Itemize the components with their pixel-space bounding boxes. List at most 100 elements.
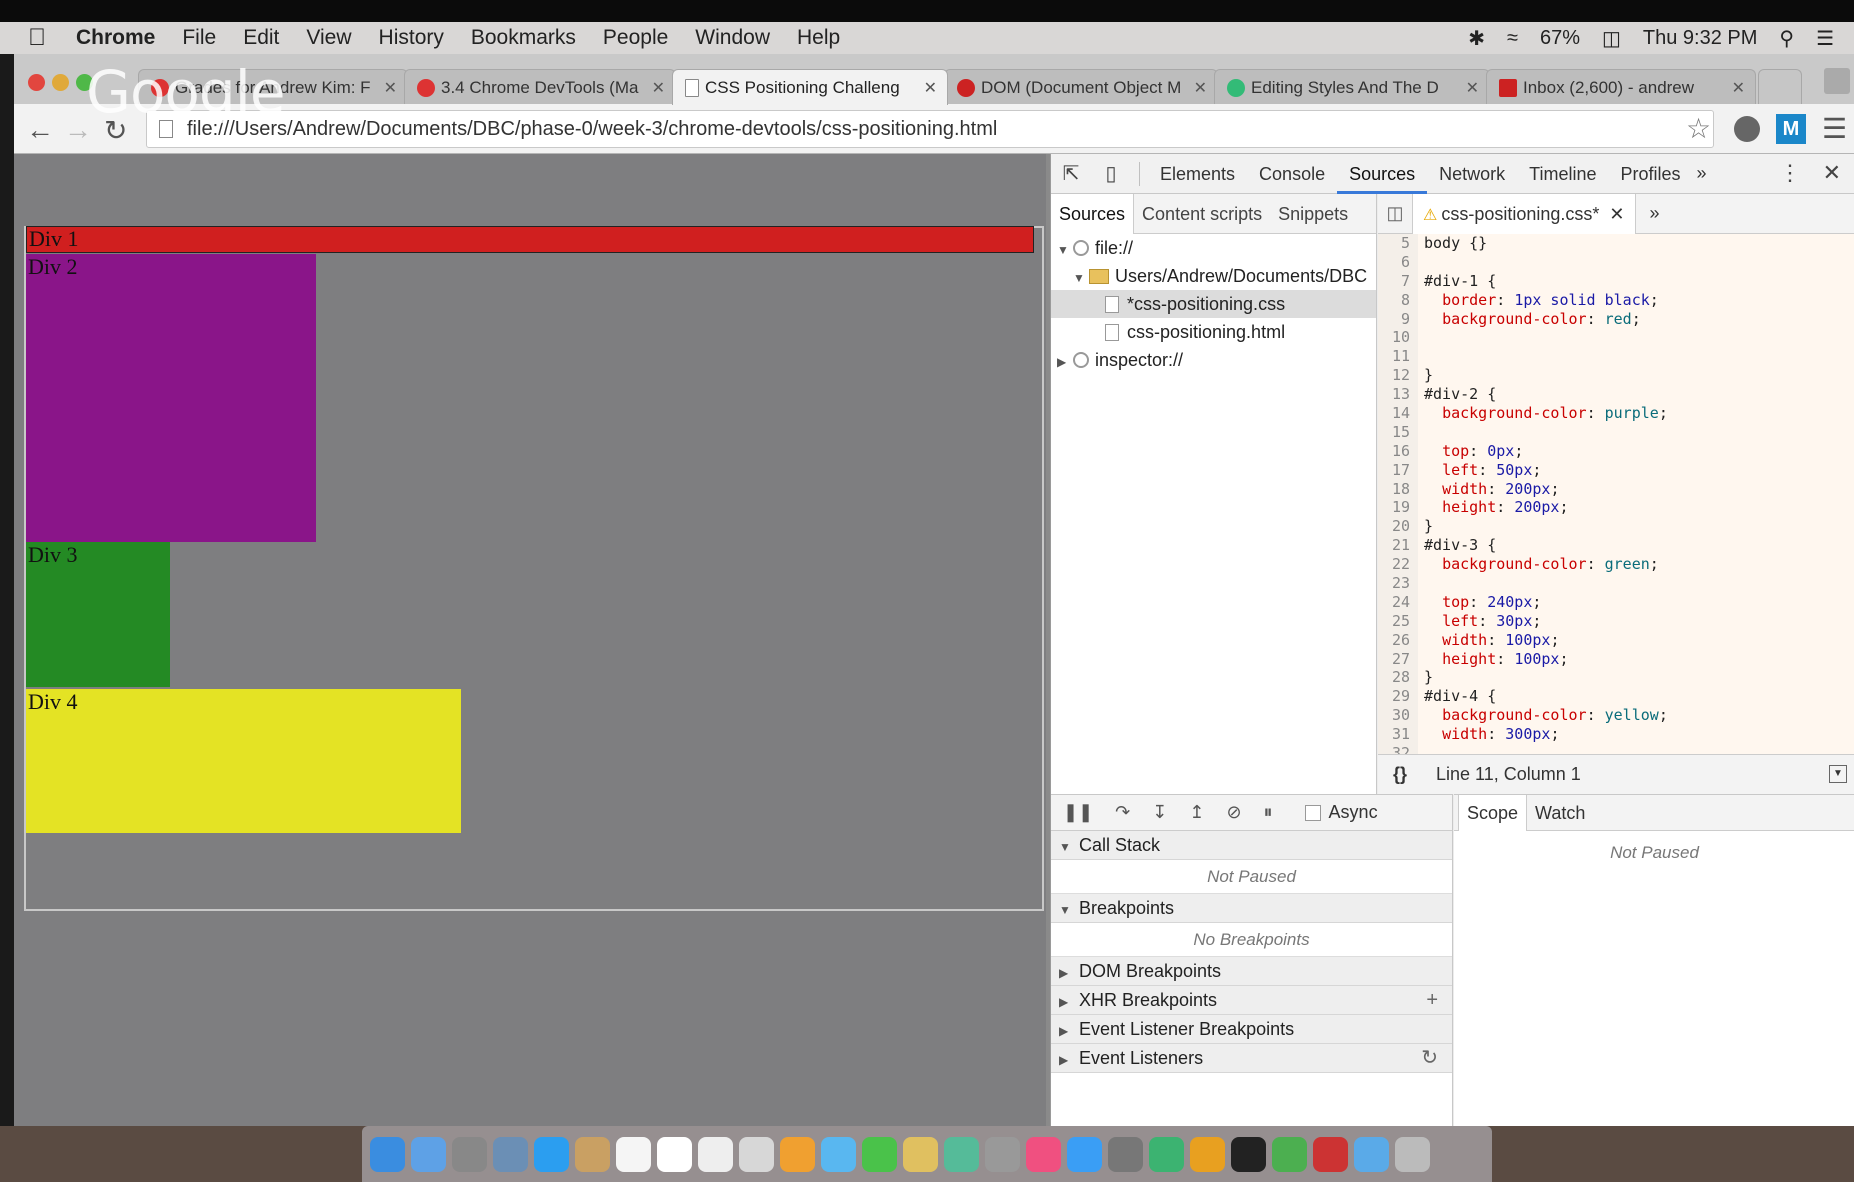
dom-breakpoints-section[interactable]: ▶ DOM Breakpoints	[1051, 957, 1452, 986]
new-tab-button[interactable]	[1758, 69, 1802, 105]
dock-app-icon[interactable]	[698, 1136, 733, 1172]
editor-file-tab[interactable]: ⚠ css-positioning.css* ✕	[1412, 193, 1636, 234]
dock-app-icon[interactable]	[1026, 1136, 1061, 1172]
async-checkbox[interactable]	[1304, 804, 1321, 821]
close-icon[interactable]: ✕	[1466, 78, 1479, 98]
code-editor[interactable]: 5 body {} 6 7 #div-1 {8 border: 1px solid bl…	[1378, 234, 1854, 754]
tab-console[interactable]: Console	[1247, 154, 1337, 194]
breakpoints-section[interactable]: ▼ Breakpoints	[1051, 894, 1452, 923]
div-4[interactable]: Div 4	[26, 689, 461, 833]
dock-app-icon[interactable]	[1190, 1136, 1225, 1172]
bluetooth-icon[interactable]: ✱	[1468, 26, 1485, 51]
close-icon[interactable]: ✕	[652, 78, 665, 98]
more-files-icon[interactable]: »	[1650, 203, 1660, 224]
battery-percent[interactable]: 67%	[1540, 27, 1580, 50]
dock-app-icon[interactable]	[534, 1136, 569, 1172]
event-listener-breakpoints-section[interactable]: ▶ Event Listener Breakpoints	[1051, 1015, 1452, 1044]
menu-file[interactable]: File	[182, 26, 216, 50]
menu-bookmarks[interactable]: Bookmarks	[471, 26, 576, 50]
pause-icon[interactable]: ❚❚	[1063, 802, 1093, 823]
dock-app-icon[interactable]	[780, 1136, 815, 1172]
tab-watch[interactable]: Watch	[1527, 795, 1593, 831]
step-over-icon[interactable]: ↷	[1115, 802, 1130, 823]
tree-item[interactable]: ▶ inspector://	[1051, 346, 1376, 374]
xhr-breakpoints-section[interactable]: ▶ XHR Breakpoints +	[1051, 986, 1452, 1015]
menu-history[interactable]: History	[379, 26, 444, 50]
close-icon[interactable]: ✕	[384, 78, 397, 98]
dock-app-icon[interactable]	[370, 1136, 405, 1172]
toggle-debugger-icon[interactable]: ▼	[1829, 765, 1847, 783]
extension-icon[interactable]	[1734, 116, 1760, 142]
bookmark-star-icon[interactable]: ☆	[1686, 112, 1711, 145]
close-icon[interactable]: ✕	[1732, 78, 1745, 98]
div-1[interactable]: Div 1	[26, 226, 1034, 253]
tree-item[interactable]: css-positioning.html	[1051, 318, 1376, 346]
close-devtools-icon[interactable]: ✕	[1823, 160, 1841, 186]
clock[interactable]: Thu 9:32 PM	[1643, 27, 1758, 50]
tab-css-positioning[interactable]: CSS Positioning Challeng ✕	[672, 69, 948, 105]
menu-edit[interactable]: Edit	[243, 26, 279, 50]
step-out-icon[interactable]: ↥	[1189, 802, 1204, 823]
tree-item[interactable]: ▼ file://	[1051, 234, 1376, 262]
tab-sources[interactable]: Sources	[1337, 154, 1428, 194]
devtools-menu-icon[interactable]: ⋮	[1779, 160, 1801, 186]
dock-app-icon[interactable]	[1149, 1136, 1184, 1172]
menu-help[interactable]: Help	[797, 26, 840, 50]
close-icon[interactable]: ✕	[1609, 204, 1624, 224]
tab-chrome-devtools[interactable]: 3.4 Chrome DevTools (Ma ✕	[404, 69, 676, 105]
close-icon[interactable]: ✕	[1194, 78, 1207, 98]
dock-app-icon[interactable]	[452, 1136, 487, 1172]
wifi-icon[interactable]: ≈	[1507, 27, 1518, 50]
close-icon[interactable]: ✕	[924, 78, 937, 98]
dock-app-icon[interactable]	[1108, 1136, 1143, 1172]
refresh-icon[interactable]: ↻	[1421, 1044, 1438, 1073]
dock-app-icon[interactable]	[1354, 1136, 1389, 1172]
dock-app-icon[interactable]	[1067, 1136, 1102, 1172]
dock-app-icon[interactable]	[1395, 1136, 1430, 1172]
close-window-button[interactable]	[28, 74, 45, 91]
tree-item[interactable]: ▼ Users/Andrew/Documents/DBC	[1051, 262, 1376, 290]
extension-m-icon[interactable]: M	[1776, 114, 1806, 144]
div-3[interactable]: Div 3	[26, 542, 170, 687]
dock-app-icon[interactable]	[616, 1136, 651, 1172]
menu-view[interactable]: View	[306, 26, 351, 50]
async-toggle[interactable]: Async	[1304, 802, 1378, 823]
battery-icon[interactable]: ◫	[1602, 26, 1621, 51]
deactivate-breakpoints-icon[interactable]: ⊘	[1226, 802, 1241, 823]
tab-timeline[interactable]: Timeline	[1517, 154, 1608, 194]
dock-app-icon[interactable]	[493, 1136, 528, 1172]
toggle-navigator-icon[interactable]: ◫	[1378, 203, 1412, 224]
minimize-window-button[interactable]	[52, 74, 69, 91]
apple-icon[interactable]: 	[28, 24, 46, 52]
notification-center-icon[interactable]: ☰	[1816, 26, 1834, 51]
dock-app-icon[interactable]	[411, 1136, 446, 1172]
dock-app-icon[interactable]	[739, 1136, 774, 1172]
div-2[interactable]: Div 2	[26, 254, 316, 542]
address-bar[interactable]: file:///Users/Andrew/Documents/DBC/phase…	[146, 110, 1714, 148]
dock-app-icon[interactable]	[862, 1136, 897, 1172]
tab-scope[interactable]: Scope	[1458, 794, 1528, 831]
call-stack-section[interactable]: ▼ Call Stack	[1051, 831, 1452, 860]
tree-item[interactable]: *css-positioning.css	[1051, 290, 1376, 318]
dock-app-icon[interactable]	[575, 1136, 610, 1172]
spotlight-search-icon[interactable]: ⚲	[1779, 26, 1794, 51]
pause-on-exceptions-icon[interactable]: ⏸	[1264, 802, 1273, 823]
device-mode-icon[interactable]: ▯	[1091, 161, 1131, 186]
tab-profiles[interactable]: Profiles	[1609, 154, 1693, 194]
dock-app-icon[interactable]	[1272, 1136, 1307, 1172]
tab-editing-styles[interactable]: Editing Styles And The D ✕	[1214, 69, 1490, 105]
pretty-print-button[interactable]: {}	[1378, 764, 1422, 785]
profile-avatar[interactable]	[1824, 68, 1850, 94]
nav-tab-snippets[interactable]: Snippets	[1270, 194, 1356, 234]
add-icon[interactable]: +	[1426, 986, 1438, 1015]
tab-inbox[interactable]: Inbox (2,600) - andrew ✕	[1486, 69, 1756, 105]
tab-elements[interactable]: Elements	[1148, 154, 1247, 194]
chrome-menu-icon[interactable]: ☰	[1822, 112, 1847, 145]
menu-window[interactable]: Window	[695, 26, 770, 50]
nav-tab-sources[interactable]: Sources	[1051, 193, 1135, 234]
nav-tab-content-scripts[interactable]: Content scripts	[1134, 194, 1270, 234]
dock-app-icon[interactable]	[821, 1136, 856, 1172]
inspect-element-icon[interactable]: ⇱	[1051, 161, 1091, 186]
dock-app-icon[interactable]	[1231, 1136, 1266, 1172]
dock-app-icon[interactable]	[985, 1136, 1020, 1172]
